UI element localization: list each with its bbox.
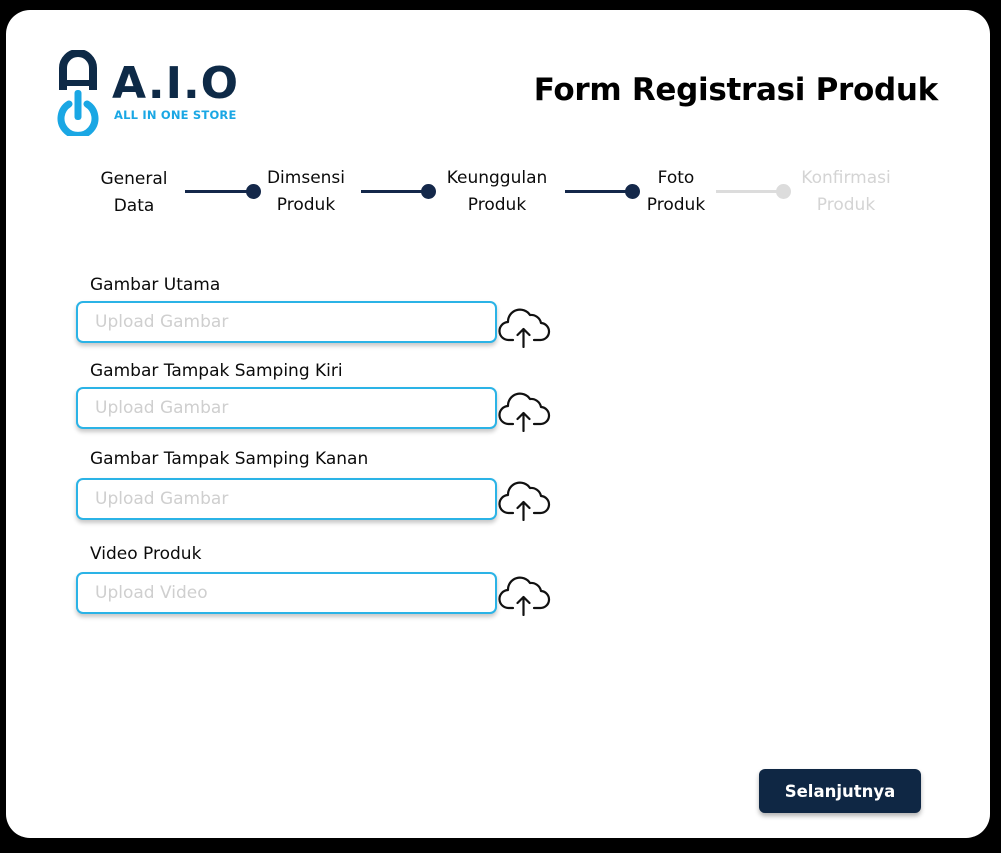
page-title: Form Registrasi Produk <box>533 72 939 108</box>
step-label-line1: Konfirmasi <box>801 168 891 188</box>
step-connector <box>565 190 629 193</box>
step-label-line2: Produk <box>646 195 706 215</box>
step-foto-produk[interactable]: Foto Produk <box>638 165 714 219</box>
step-label-line1: Keunggulan <box>446 168 548 188</box>
step-label-line2: Produk <box>276 195 336 215</box>
power-lock-icon <box>57 50 99 136</box>
gambar-kanan-label: Gambar Tampak Samping Kanan <box>90 449 369 469</box>
step-connector <box>716 190 780 193</box>
step-label-line2: Produk <box>467 195 527 215</box>
step-label-line1: Foto <box>657 168 695 188</box>
step-general-data[interactable]: General Data <box>94 166 174 220</box>
video-produk-input[interactable] <box>76 572 497 614</box>
step-label-line2: Produk <box>816 195 876 215</box>
gambar-kiri-label: Gambar Tampak Samping Kiri <box>90 361 343 381</box>
brand-tagline: ALL IN ONE STORE <box>114 108 237 122</box>
gambar-utama-input[interactable] <box>76 301 497 343</box>
gambar-kiri-input[interactable] <box>76 387 497 429</box>
step-konfirmasi-produk[interactable]: Konfirmasi Produk <box>789 165 903 219</box>
cloud-upload-icon[interactable] <box>497 572 551 616</box>
cloud-upload-icon[interactable] <box>497 388 551 432</box>
step-label-line1: Dimsensi <box>266 168 346 188</box>
step-connector <box>361 190 425 193</box>
brand-name: A.I.O <box>112 58 240 109</box>
gambar-kanan-input[interactable] <box>76 478 497 520</box>
step-keunggulan-produk[interactable]: Keunggulan Produk <box>437 165 557 219</box>
step-dot <box>246 184 261 199</box>
step-label-line1: General <box>100 169 168 189</box>
step-dot <box>421 184 436 199</box>
step-connector <box>185 190 249 193</box>
registration-card: A.I.O ALL IN ONE STORE Form Registrasi P… <box>6 10 990 838</box>
step-dimensi-produk[interactable]: Dimsensi Produk <box>260 165 352 219</box>
cloud-upload-icon[interactable] <box>497 304 551 348</box>
cloud-upload-icon[interactable] <box>497 477 551 521</box>
step-label-line2: Data <box>113 196 155 216</box>
brand-logo: A.I.O ALL IN ONE STORE <box>56 50 246 140</box>
gambar-utama-label: Gambar Utama <box>90 275 221 295</box>
video-produk-label: Video Produk <box>90 544 202 564</box>
next-button[interactable]: Selanjutnya <box>759 769 921 813</box>
